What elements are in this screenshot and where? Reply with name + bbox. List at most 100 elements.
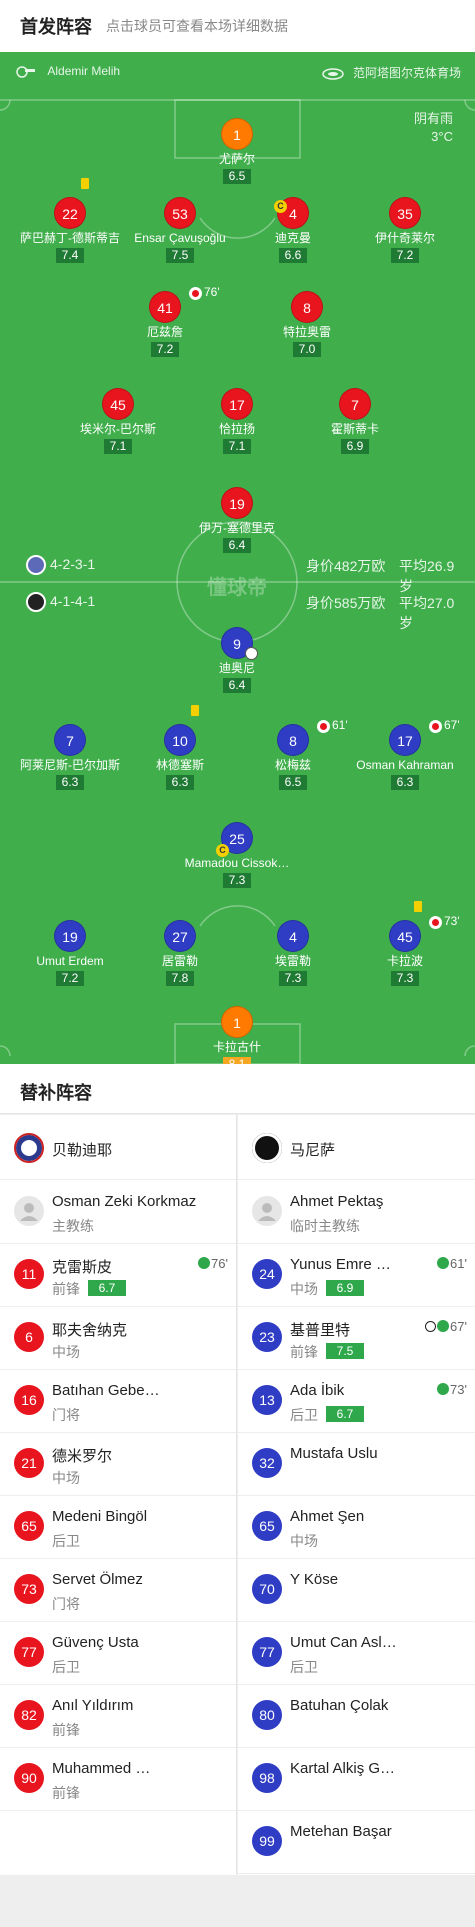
sub-player-row[interactable]: 13 Ada İbik 后卫 6.7 73' [238, 1370, 475, 1433]
sub-player-row[interactable]: 16 Batıhan Gebe… 门将 [0, 1370, 236, 1433]
sub-player-row[interactable]: 23 基普里特 前锋 7.5 67' [238, 1307, 475, 1370]
away-player[interactable]: 17 Osman Kahraman 6.3 67' [345, 718, 465, 791]
sub-time: 76' [211, 1256, 228, 1271]
player-position: 后卫 [52, 1659, 80, 1675]
player-position: 临时主教练 [290, 1218, 360, 1234]
player-rating: 6.7 [326, 1406, 364, 1422]
sub-player-row[interactable]: 82 Anıl Yıldırım 前锋 [0, 1685, 236, 1748]
player-name: Mamadou Cissok… [184, 856, 290, 870]
player-number: 10 [164, 724, 196, 756]
whistle-icon [16, 66, 35, 78]
home-player[interactable]: 8 特拉奥雷 7.0 [247, 291, 367, 358]
player-rating: 7.2 [56, 971, 84, 986]
sub-player-row[interactable]: 65 Medeni Bingöl 后卫 [0, 1496, 236, 1559]
coach-row[interactable]: Osman Zeki Korkmaz 主教练 [0, 1181, 236, 1244]
player-number: 53 [164, 197, 196, 229]
sub-time: 73' [444, 914, 460, 928]
player-number-badge: 65 [252, 1511, 282, 1541]
sub-player-row[interactable]: 32 Mustafa Uslu [238, 1433, 475, 1496]
home-player[interactable]: 45 埃米尔-巴尔斯 7.1 [58, 388, 178, 455]
player-number: 45 [389, 920, 421, 952]
player-name: Muhammed … [52, 1760, 151, 1777]
sub-player-row[interactable]: 11 克雷斯皮 前锋 6.7 76' [0, 1244, 236, 1307]
home-player[interactable]: 1 尤萨尔 6.5 [177, 118, 297, 185]
player-name: 特拉奥雷 [282, 325, 331, 339]
away-player[interactable]: 1 卡拉古什 8.1 [177, 1006, 297, 1064]
player-number-badge: 90 [14, 1763, 44, 1793]
player-name: 阿莱尼斯-巴尔加斯 [20, 758, 120, 772]
player-number: 7 [339, 388, 371, 420]
goal-icon [245, 647, 258, 660]
player-number: 19 [54, 920, 86, 952]
player-rating: 6.3 [56, 775, 84, 790]
home-subs-team[interactable]: 贝勒迪耶 [0, 1115, 236, 1180]
player-name: 德米罗尔 [52, 1448, 113, 1465]
away-player[interactable]: 27 居雷勒 7.8 [120, 920, 240, 987]
away-player[interactable]: 9 迪奥尼 6.4 [177, 627, 297, 694]
player-name: 基普里特 [290, 1322, 351, 1339]
player-rating: 7.3 [279, 971, 307, 986]
player-rating: 7.2 [151, 342, 179, 357]
home-player[interactable]: 53 Ensar Çavuşoğlu 7.5 [120, 197, 240, 264]
lineup-hint: 点击球员可查看本场详细数据 [106, 18, 288, 34]
player-rating: 7.5 [166, 248, 194, 263]
away-player[interactable]: 25 Mamadou Cissok… 7.3 [177, 822, 297, 889]
sub-player-row[interactable]: 77 Güvenç Usta 后卫 [0, 1622, 236, 1685]
sub-player-row[interactable]: 98 Kartal Alkiş G… [238, 1748, 475, 1811]
player-position: 中场 [290, 1533, 318, 1549]
yellow-card-icon [414, 901, 422, 912]
player-name: Mustafa Uslu [290, 1445, 378, 1462]
away-player[interactable]: 45 卡拉波 7.3 73' [345, 914, 465, 987]
pitch: 懂球帝 Aldemir Melih 范阿塔图尔克体育场 阴有雨 3°C 1 尤萨尔… [0, 52, 475, 1064]
sub-player-row[interactable]: 65 Ahmet Şen 中场 [238, 1496, 475, 1559]
player-number: 8 [291, 291, 323, 323]
player-name: Umut Erdem [36, 954, 104, 968]
player-rating: 7.8 [166, 971, 194, 986]
home-player[interactable]: 4 迪克曼 6.6 [233, 197, 353, 264]
home-player[interactable]: 22 萨巴赫丁-德斯蒂吉 7.4 [10, 197, 130, 264]
sub-player-row[interactable]: 70 Y Köse [238, 1559, 475, 1622]
sub-player-row[interactable]: 77 Umut Can Asl… 后卫 [238, 1622, 475, 1685]
sub-player-row[interactable]: 80 Batuhan Çolak [238, 1685, 475, 1748]
sub-off-icon [429, 916, 442, 929]
home-player[interactable]: 17 恰拉扬 7.1 [177, 388, 297, 455]
sub-player-row[interactable]: 90 Muhammed … 前锋 [0, 1748, 236, 1811]
away-player[interactable]: 4 埃雷勒 7.3 [233, 920, 353, 987]
sub-player-row[interactable]: 6 耶夫舍纳克 中场 [0, 1307, 236, 1370]
player-number: 1 [221, 118, 253, 150]
subs-header: 替补阵容 [0, 1064, 475, 1114]
pitch-watermark: 懂球帝 [207, 577, 267, 599]
player-position: 中场 [52, 1470, 80, 1486]
player-rating: 6.4 [223, 538, 251, 553]
away-subs-team[interactable]: 马尼萨 [238, 1115, 475, 1180]
home-player[interactable]: 19 伊万-塞德里克 6.4 [177, 487, 297, 554]
subs-title: 替补阵容 [20, 1083, 92, 1103]
away-player[interactable]: 7 阿莱尼斯-巴尔加斯 6.3 [10, 724, 130, 791]
away-team-logo [252, 1133, 282, 1163]
home-player[interactable]: 41 厄兹詹 7.2 76' [105, 285, 225, 358]
away-player[interactable]: 8 松梅兹 6.5 61' [233, 718, 353, 791]
coach-row[interactable]: Ahmet Pektaş 临时主教练 [238, 1181, 475, 1244]
player-name: 松梅兹 [274, 758, 311, 772]
player-position: 前锋 [52, 1281, 80, 1297]
player-rating: 6.9 [326, 1280, 364, 1296]
sub-event: 67' [425, 1319, 467, 1334]
lineup-page: 首发阵容 点击球员可查看本场详细数据 懂球帝 Aldemir Melih 范阿塔… [0, 0, 475, 1927]
sub-time: 73' [450, 1382, 467, 1397]
home-player[interactable]: 35 伊什奇莱尔 7.2 [345, 197, 465, 264]
away-player[interactable]: 19 Umut Erdem 7.2 [10, 920, 130, 987]
sub-player-row[interactable]: 99 Metehan Başar [238, 1811, 475, 1874]
player-number-badge: 24 [252, 1259, 282, 1289]
sub-player-row[interactable]: 24 Yunus Emre … 中场 6.9 61' [238, 1244, 475, 1307]
away-player[interactable]: 10 林德塞斯 6.3 [120, 724, 240, 791]
player-number: 7 [54, 724, 86, 756]
sub-event: 61' [437, 1256, 467, 1271]
home-player[interactable]: 7 霍斯蒂卡 6.9 [295, 388, 415, 455]
sub-player-row[interactable]: 21 德米罗尔 中场 [0, 1433, 236, 1496]
player-name: Y Köse [290, 1571, 339, 1588]
player-name: 恰拉扬 [218, 422, 255, 436]
sub-on-icon [437, 1383, 450, 1395]
player-number-badge: 77 [14, 1637, 44, 1667]
player-name: 居雷勒 [161, 954, 198, 968]
sub-player-row[interactable]: 73 Servet Ölmez 门将 [0, 1559, 236, 1622]
